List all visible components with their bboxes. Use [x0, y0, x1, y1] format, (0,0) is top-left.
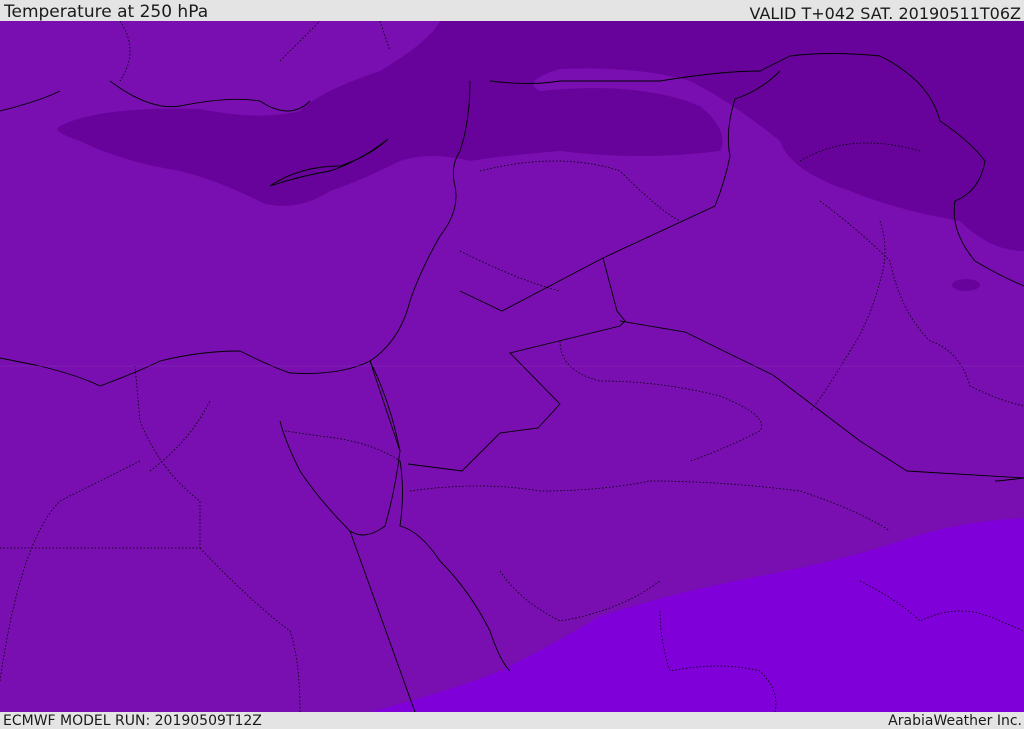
valid-time: VALID T+042 SAT. 20190511T06Z	[749, 4, 1021, 23]
temperature-map	[0, 21, 1024, 712]
model-run: ECMWF MODEL RUN: 20190509T12Z	[3, 713, 262, 729]
lake	[952, 279, 980, 291]
header-bar: Temperature at 250 hPa VALID T+042 SAT. …	[0, 0, 1024, 23]
footer-bar: ECMWF MODEL RUN: 20190509T12Z ArabiaWeat…	[0, 712, 1024, 729]
map-title: Temperature at 250 hPa	[4, 2, 209, 22]
credit: ArabiaWeather Inc.	[888, 713, 1022, 729]
